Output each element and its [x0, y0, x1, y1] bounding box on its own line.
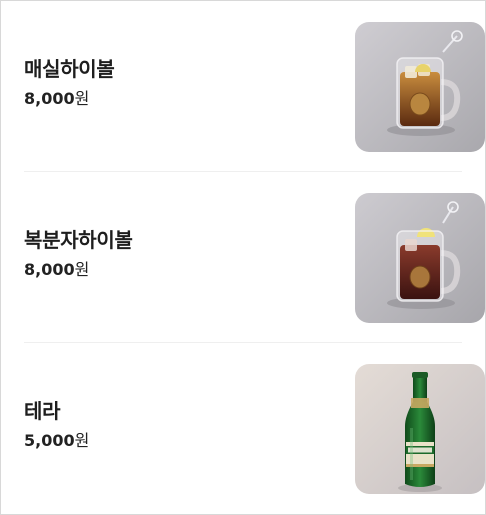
menu-item-price: 8,000원 — [24, 259, 133, 281]
menu-item-maesil-highball[interactable]: 매실하이볼 8,000원 — [24, 1, 485, 172]
menu-item-bokbunja-highball[interactable]: 복분자하이볼 8,000원 — [24, 172, 485, 343]
price-value: 8,000 — [24, 89, 75, 108]
menu-item-price: 5,000원 — [24, 430, 89, 452]
menu-panel: 매실하이볼 8,000원 복분자하이볼 8,000원 테라 5,000원 — [0, 0, 486, 515]
menu-item-info: 테라 5,000원 — [24, 398, 89, 452]
menu-item-info: 매실하이볼 8,000원 — [24, 56, 115, 110]
menu-item-name: 매실하이볼 — [24, 57, 115, 81]
maesil-highball-mug-image — [355, 22, 485, 152]
menu-item-name: 복분자하이볼 — [24, 228, 133, 252]
terra-beer-bottle-image — [355, 364, 485, 494]
bokbunja-highball-mug-image — [355, 193, 485, 323]
price-currency: 원 — [74, 431, 90, 450]
price-currency: 원 — [74, 260, 90, 279]
menu-list: 매실하이볼 8,000원 복분자하이볼 8,000원 테라 5,000원 — [1, 1, 485, 514]
menu-item-price: 8,000원 — [24, 88, 115, 110]
menu-item-info: 복분자하이볼 8,000원 — [24, 227, 133, 281]
menu-item-terra[interactable]: 테라 5,000원 — [24, 343, 485, 514]
menu-item-name: 테라 — [24, 399, 61, 423]
price-value: 8,000 — [24, 260, 75, 279]
price-currency: 원 — [74, 89, 90, 108]
price-value: 5,000 — [24, 431, 75, 450]
